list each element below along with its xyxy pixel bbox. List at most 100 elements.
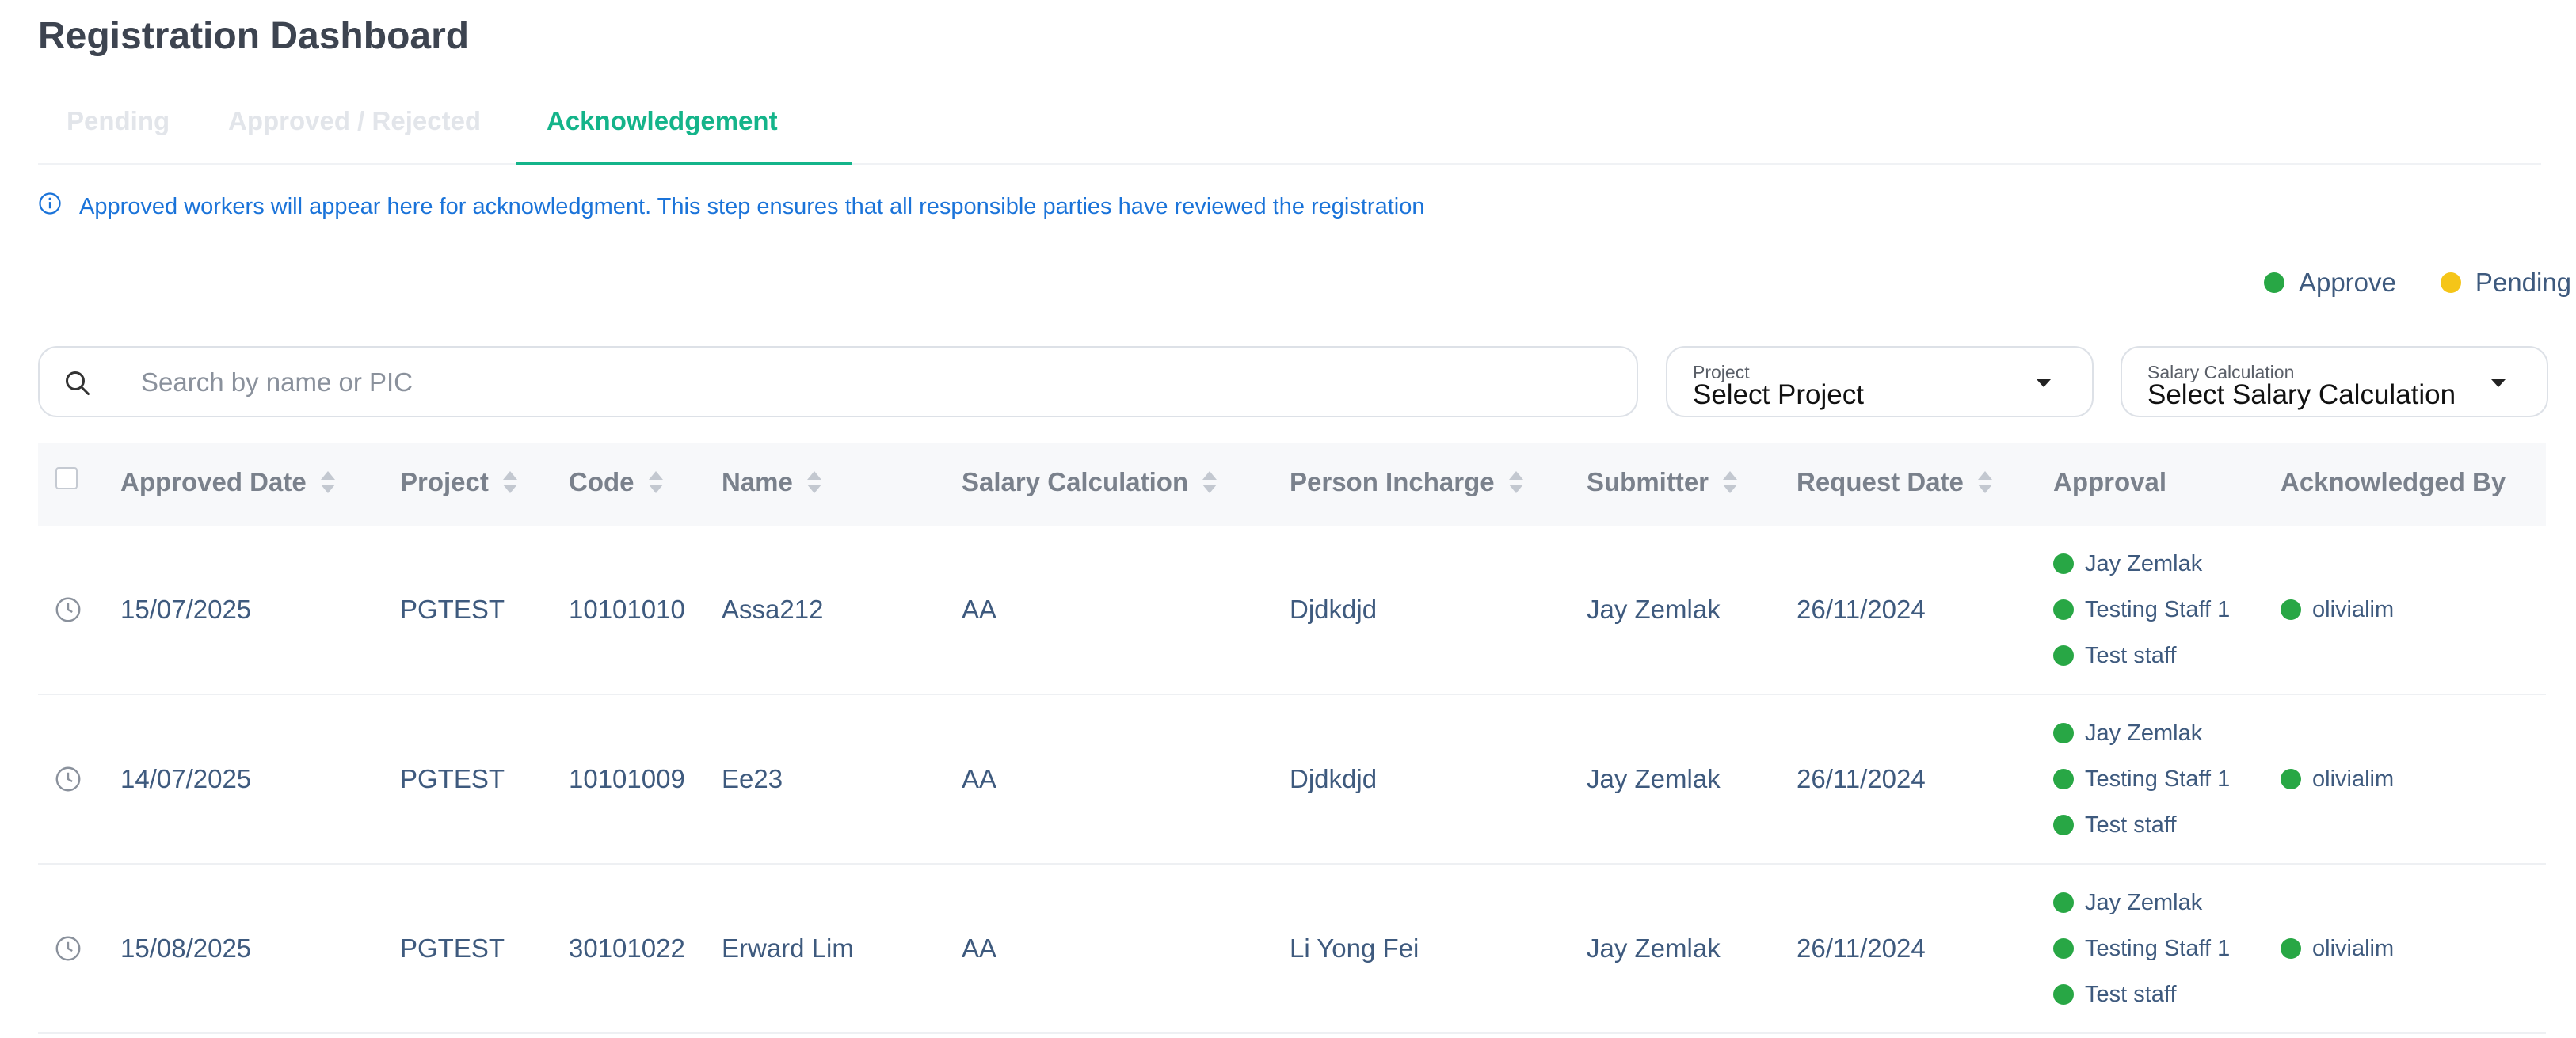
approver-item: Jay Zemlak [2053, 720, 2230, 747]
search-icon [66, 371, 90, 395]
table-row[interactable]: 15/08/2025 PGTEST 30101022 Erward Lim AA… [38, 865, 2546, 1034]
cell-request-date: 26/11/2024 [1797, 595, 1926, 624]
column-name[interactable]: Name [722, 467, 821, 497]
approver-item: Test staff [2053, 981, 2230, 1008]
salary-calculation-select[interactable]: Salary Calculation Select Salary Calcula… [2121, 346, 2548, 417]
cell-approved-date: 15/08/2025 [120, 933, 252, 963]
cell-approved-date: 14/07/2025 [120, 764, 252, 793]
column-approval: Approval [2053, 467, 2167, 496]
column-salary-calculation[interactable]: Salary Calculation [962, 467, 1218, 497]
salary-select-value: Select Salary Calculation [2147, 379, 2456, 410]
approver-item: Jay Zemlak [2053, 889, 2230, 916]
cell-salary-calculation: AA [962, 595, 997, 624]
cell-salary-calculation: AA [962, 933, 997, 963]
sort-icon [1977, 471, 1992, 493]
column-code[interactable]: Code [569, 467, 663, 497]
approval-list: Jay Zemlak Testing Staff 1 Test staff [2053, 720, 2230, 838]
info-text: Approved workers will appear here for ac… [79, 193, 1425, 219]
approval-list: Jay Zemlak Testing Staff 1 Test staff [2053, 550, 2230, 669]
legend-pending: Pending [2440, 268, 2571, 298]
column-approved-date[interactable]: Approved Date [120, 467, 335, 497]
approver-item: Test staff [2053, 642, 2230, 669]
approved-dot-icon [2053, 984, 2074, 1005]
page-title: Registration Dashboard [38, 15, 470, 57]
approved-dot-icon [2053, 599, 2074, 620]
sort-icon [320, 471, 335, 493]
approved-dot-icon [2053, 769, 2074, 789]
approve-dot-icon [2263, 272, 2284, 293]
acknowledged-by-list: olivialim [2281, 766, 2394, 793]
approver-item: Testing Staff 1 [2053, 935, 2230, 962]
tab-bar: Pending Approved / Rejected Acknowledgem… [38, 95, 2541, 165]
cell-name: Erward Lim [722, 933, 854, 963]
legend-approve: Approve [2263, 268, 2396, 298]
approval-list: Jay Zemlak Testing Staff 1 Test staff [2053, 889, 2230, 1008]
project-select[interactable]: Project Select Project [1666, 346, 2094, 417]
table-row[interactable]: 15/07/2025 PGTEST 10101010 Assa212 AA Dj… [38, 526, 2546, 695]
cell-person-incharge: Djdkdjd [1290, 595, 1378, 624]
acknowledger-item: olivialim [2281, 766, 2394, 793]
cell-person-incharge: Djdkdjd [1290, 764, 1378, 793]
approved-dot-icon [2053, 892, 2074, 913]
select-all-checkbox[interactable] [55, 467, 78, 489]
cell-salary-calculation: AA [962, 764, 997, 793]
cell-name: Ee23 [722, 764, 783, 793]
acknowledger-item: olivialim [2281, 935, 2394, 962]
approved-dot-icon [2281, 599, 2301, 620]
table-row[interactable]: 14/07/2025 PGTEST 10101009 Ee23 AA Djdkd… [38, 695, 2546, 865]
column-submitter[interactable]: Submitter [1587, 467, 1738, 497]
cell-approved-date: 15/07/2025 [120, 595, 252, 624]
cell-submitter: Jay Zemlak [1587, 933, 1721, 963]
approver-item: Jay Zemlak [2053, 550, 2230, 577]
sort-icon [806, 471, 821, 493]
status-legend: Approve Pending [2220, 268, 2571, 298]
cell-submitter: Jay Zemlak [1587, 595, 1721, 624]
acknowledger-item: olivialim [2281, 596, 2394, 623]
tab-acknowledgement[interactable]: Acknowledgement [547, 106, 778, 136]
approver-item: Testing Staff 1 [2053, 596, 2230, 623]
clock-icon [55, 766, 81, 792]
approver-item: Test staff [2053, 812, 2230, 838]
tab-pending[interactable]: Pending [67, 106, 170, 136]
sort-icon [1202, 471, 1218, 493]
legend-approve-label: Approve [2298, 268, 2396, 297]
cell-submitter: Jay Zemlak [1587, 764, 1721, 793]
sort-icon [1508, 471, 1523, 493]
cell-code: 30101022 [569, 933, 685, 963]
clock-icon [55, 936, 81, 961]
approved-dot-icon [2053, 645, 2074, 666]
table-header: Approved Date Project Code Name Salary C… [38, 443, 2546, 526]
column-request-date[interactable]: Request Date [1797, 467, 1992, 497]
cell-request-date: 26/11/2024 [1797, 933, 1926, 963]
acknowledged-by-list: olivialim [2281, 935, 2394, 962]
acknowledged-by-list: olivialim [2281, 596, 2394, 623]
column-project[interactable]: Project [400, 467, 517, 497]
sort-icon [648, 471, 663, 493]
approved-dot-icon [2053, 553, 2074, 574]
sort-icon [502, 471, 517, 493]
sort-icon [1723, 471, 1738, 493]
search-box [38, 346, 1638, 417]
approved-dot-icon [2281, 938, 2301, 959]
caret-down-icon [2037, 379, 2051, 387]
approved-dot-icon [2053, 723, 2074, 743]
info-icon [38, 192, 62, 222]
cell-project: PGTEST [400, 595, 505, 624]
cell-person-incharge: Li Yong Fei [1290, 933, 1419, 963]
pending-dot-icon [2440, 272, 2461, 293]
cell-project: PGTEST [400, 764, 505, 793]
acknowledgement-table: Approved Date Project Code Name Salary C… [38, 443, 2546, 1034]
tab-approved-rejected[interactable]: Approved / Rejected [228, 106, 481, 136]
column-person-incharge[interactable]: Person Incharge [1290, 467, 1523, 497]
clock-icon [55, 597, 81, 622]
cell-code: 10101010 [569, 595, 685, 624]
approver-item: Testing Staff 1 [2053, 766, 2230, 793]
legend-pending-label: Pending [2475, 268, 2571, 297]
column-acknowledged-by: Acknowledged By [2281, 467, 2506, 496]
caret-down-icon [2491, 379, 2506, 387]
search-input[interactable] [141, 362, 1614, 403]
cell-project: PGTEST [400, 933, 505, 963]
active-tab-indicator [516, 162, 852, 165]
approved-dot-icon [2053, 938, 2074, 959]
cell-name: Assa212 [722, 595, 824, 624]
